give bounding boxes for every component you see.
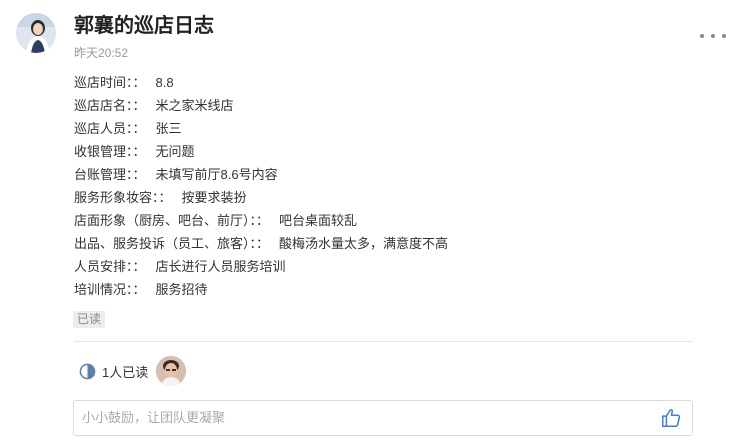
thumbs-up-icon[interactable] [660, 407, 682, 429]
field-value: 按要求装扮 [181, 190, 247, 205]
readers-row[interactable]: 1人已读 [79, 355, 187, 387]
field-label: 台账管理：： [74, 167, 146, 182]
read-count[interactable]: 1人已读 [102, 362, 148, 381]
field-value: 服务招待 [155, 282, 208, 297]
report-field: 服务形象妆容：： 按要求装扮 [74, 186, 448, 209]
report-field: 人员安排：： 店长进行人员服务培训 [74, 255, 448, 278]
half-circle-icon [79, 363, 96, 379]
field-label: 店面形象（厨房、吧台、前厅）：： [74, 213, 270, 228]
field-label: 巡店时间：： [74, 75, 146, 90]
field-label: 巡店人员：： [74, 121, 146, 136]
field-label: 服务形象妆容：： [74, 190, 172, 205]
field-value: 吧台桌面较乱 [279, 213, 358, 228]
field-value: 张三 [155, 121, 182, 136]
field-value: 无问题 [155, 144, 195, 159]
author-avatar[interactable] [16, 13, 56, 53]
report-field: 台账管理：： 未填写前厅8.6号内容 [74, 163, 448, 186]
comment-input[interactable] [82, 401, 642, 433]
report-field: 巡店店名：： 米之家米线店 [74, 94, 448, 117]
post-time: 昨天20:52 [74, 46, 129, 60]
report-field: 巡店时间：： 8.8 [74, 71, 448, 94]
comment-box [73, 400, 693, 436]
field-label: 培训情况：： [74, 282, 146, 297]
more-options-button[interactable] [700, 26, 726, 46]
reader-avatar[interactable] [156, 356, 187, 386]
field-value: 米之家米线店 [155, 98, 234, 113]
report-field: 店面形象（厨房、吧台、前厅）：： 吧台桌面较乱 [74, 209, 448, 232]
report-field: 巡店人员：： 张三 [74, 117, 448, 140]
more-dots-icon [722, 34, 726, 38]
field-value: 未填写前厅8.6号内容 [155, 167, 278, 182]
divider [74, 341, 693, 342]
read-status-badge: 已读 [73, 311, 106, 328]
report-fields: 巡店时间：： 8.8 巡店店名：： 米之家米线店 巡店人员：： 张三 收银管理：： 无问… [74, 71, 448, 301]
field-label: 人员安排：： [74, 259, 146, 274]
field-value: 店长进行人员服务培训 [155, 259, 286, 274]
field-value: 8.8 [155, 75, 174, 90]
field-value: 酸梅汤水量太多，满意度不高 [279, 236, 449, 251]
report-field: 收银管理：： 无问题 [74, 140, 448, 163]
field-label: 收银管理：： [74, 144, 146, 159]
field-label: 出品、服务投诉（员工、旅客）：： [74, 236, 270, 251]
more-dots-icon [700, 34, 704, 38]
field-label: 巡店店名：： [74, 98, 146, 113]
report-field: 出品、服务投诉（员工、旅客）：： 酸梅汤水量太多，满意度不高 [74, 232, 448, 255]
report-field: 培训情况：： 服务招待 [74, 278, 448, 301]
more-dots-icon [711, 34, 715, 38]
post-title: 郭襄的巡店日志 [74, 15, 214, 37]
